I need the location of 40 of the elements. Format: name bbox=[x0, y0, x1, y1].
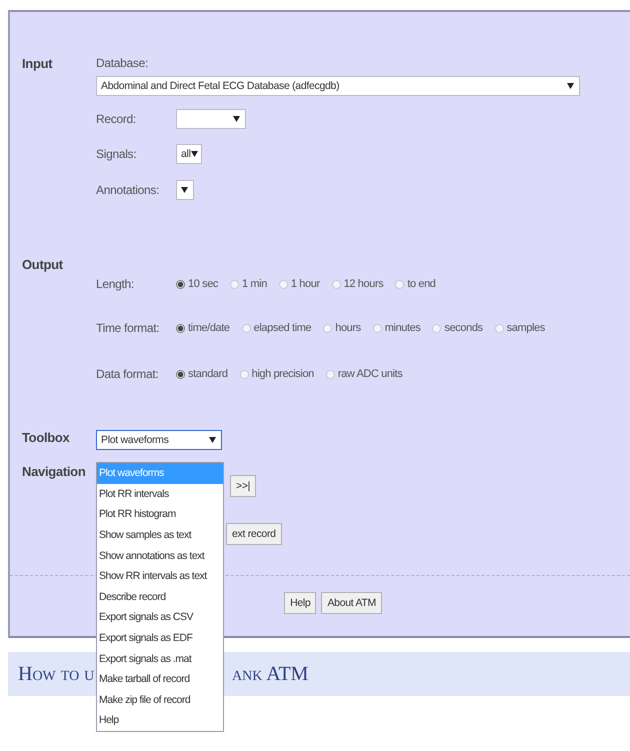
radio-option[interactable]: 10 sec bbox=[176, 278, 218, 290]
radio-option[interactable]: raw ADC units bbox=[326, 368, 402, 380]
field-label: Time format: bbox=[96, 321, 160, 336]
database-select[interactable]: Abdominal and Direct Fetal ECG Database (adfecgdb) bbox=[96, 76, 580, 96]
section-label: Output bbox=[21, 257, 64, 272]
radio-option[interactable]: minutes bbox=[372, 322, 420, 334]
caret-icon bbox=[233, 116, 240, 122]
radio-option[interactable]: samples bbox=[494, 322, 545, 334]
dropdown-select[interactable] bbox=[176, 180, 194, 200]
radio-option[interactable]: elapsed time bbox=[242, 322, 312, 334]
radio-option[interactable]: seconds bbox=[432, 322, 483, 334]
radio-option[interactable]: high precision bbox=[240, 368, 314, 380]
field-label: Record: bbox=[96, 112, 137, 126]
help-button[interactable]: Help bbox=[284, 592, 316, 614]
radio-option[interactable]: hours bbox=[323, 322, 361, 334]
radio-option[interactable]: to end bbox=[395, 278, 436, 290]
next-record-button[interactable]: ext record bbox=[226, 522, 282, 545]
caret-icon bbox=[181, 187, 188, 193]
field-label: Length: bbox=[96, 277, 135, 292]
field-label: Data format: bbox=[96, 367, 160, 382]
caret-icon bbox=[190, 151, 198, 157]
dropdown-select[interactable]: all bbox=[176, 144, 202, 164]
page-heading: How to u bbox=[18, 662, 94, 686]
radio-option[interactable]: 1 min bbox=[230, 278, 267, 290]
radio-option[interactable]: time/date bbox=[176, 322, 230, 334]
section-label: Navigation bbox=[21, 464, 86, 479]
radio-option[interactable]: 1 hour bbox=[278, 278, 320, 290]
field-label: Database: bbox=[96, 56, 150, 70]
section-label: Toolbox bbox=[21, 430, 70, 445]
field-label: Annotations: bbox=[96, 183, 160, 197]
section-label: Input bbox=[21, 56, 54, 71]
toolbox-select[interactable]: Plot waveforms bbox=[96, 430, 222, 450]
page-heading: ank ATM bbox=[232, 662, 308, 686]
caret-icon bbox=[209, 436, 216, 443]
radio-option[interactable]: 12 hours bbox=[332, 278, 384, 290]
radio-option[interactable]: standard bbox=[176, 368, 228, 380]
about-button[interactable]: About ATM bbox=[321, 592, 382, 614]
caret-icon bbox=[567, 83, 574, 89]
next-button[interactable]: >>| bbox=[230, 474, 256, 497]
field-label: Signals: bbox=[96, 147, 138, 161]
